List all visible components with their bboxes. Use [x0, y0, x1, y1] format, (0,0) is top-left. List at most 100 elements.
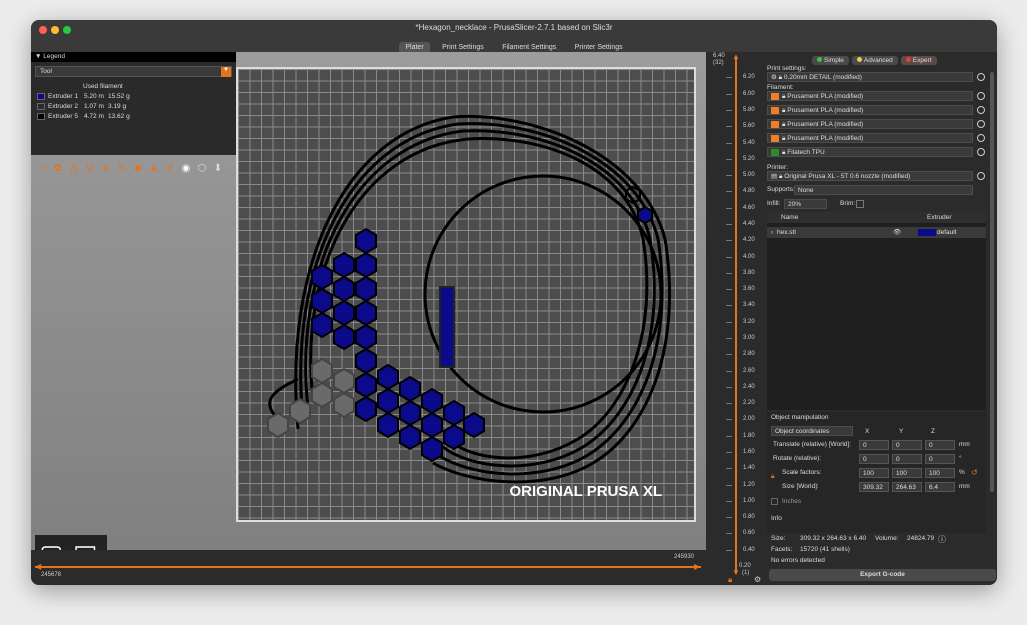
slider-bottom-layer: (1) [742, 570, 750, 576]
travel-icon[interactable]: ⤳ [35, 162, 49, 176]
filament-color-swatch[interactable] [771, 106, 779, 114]
object-row[interactable]: › hex.stl 👁 default [767, 227, 986, 238]
translate-z-input[interactable]: 0 [925, 440, 955, 450]
custom-gcodes-icon[interactable]: ✐ [163, 162, 177, 176]
filament-select[interactable]: 🔒︎ Filatech TPU [767, 147, 973, 157]
filament-select[interactable]: 🔒︎ Prusament PLA (modified) [767, 133, 973, 143]
print-settings-select[interactable]: ⚙ 🔒︎ 0.20mm DETAIL (modified) [767, 72, 973, 82]
vertical-layer-slider[interactable]: 6.40 (32) ▲ ▼ 6.20 6.00 5.80 5.60 5.40 5.20 5.… [706, 52, 764, 585]
tool-changes-icon[interactable]: ✎ [115, 162, 129, 176]
deretractions-icon[interactable]: ⋁ [83, 162, 97, 176]
mode-advanced-label: Advanced [863, 57, 893, 64]
object-extruder[interactable]: default [937, 229, 957, 236]
mode-expert-button[interactable]: Expert [900, 56, 937, 65]
supports-select[interactable]: None [794, 185, 973, 195]
slider-left-thumb[interactable]: ◀ [35, 562, 41, 571]
slider-tick-label: 2.60 [743, 367, 755, 374]
gear-icon[interactable] [977, 148, 985, 156]
translate-label: Translate (relative) [World]: [773, 441, 852, 448]
size-z-input[interactable]: 6.4 [925, 482, 955, 492]
info-icon[interactable]: ⓘ [938, 534, 946, 545]
preview-viewport[interactable]: ▼ Legend Tool ▼ Used filament Extruder 1 … [31, 52, 706, 585]
coordinates-select[interactable]: Object coordinates [771, 426, 853, 436]
center-of-gravity-icon[interactable]: ◉ [179, 162, 193, 176]
slider-tick-mark [726, 337, 732, 339]
filament-select[interactable]: 🔒︎ Prusament PLA (modified) [767, 105, 973, 115]
translate-y-input[interactable]: 0 [892, 440, 922, 450]
horizontal-slider[interactable]: ◀ ▶ 245678 245930 [31, 550, 706, 585]
legend-length: 5.20 m [84, 92, 104, 100]
slider-top-thumb[interactable]: ▲ [732, 52, 740, 61]
slider-right-thumb[interactable]: ▶ [694, 562, 700, 571]
brim-checkbox[interactable] [856, 200, 864, 208]
slider-tick-label: 2.80 [743, 351, 755, 358]
slider-tick-label: 0.40 [743, 546, 755, 553]
scale-y-input[interactable]: 100 [892, 468, 922, 478]
slider-bottom-thumb[interactable]: ▼ [732, 568, 740, 577]
extruder-swatch [918, 229, 936, 236]
retractions-icon[interactable]: ⋀ [67, 162, 81, 176]
scale-x-input[interactable]: 100 [859, 468, 889, 478]
scale-z-input[interactable]: 100 [925, 468, 955, 478]
shells-icon[interactable]: ⬡ [195, 162, 209, 176]
mode-simple-button[interactable]: Simple [812, 56, 849, 65]
color-changes-icon[interactable]: ◆ [131, 162, 145, 176]
info-errors: No errors detected [771, 557, 825, 564]
gear-icon[interactable] [977, 134, 985, 142]
color-swatch [37, 112, 45, 120]
infill-select[interactable]: 20% [784, 199, 827, 209]
gear-icon[interactable] [977, 106, 985, 114]
filament-select[interactable]: 🔒︎ Prusament PLA (modified) [767, 119, 973, 129]
pause-prints-icon[interactable]: ▲ [147, 162, 161, 176]
size-y-input[interactable]: 264.63 [892, 482, 922, 492]
rotate-x-input[interactable]: 0 [859, 454, 889, 464]
slider-tick-label: 1.60 [743, 449, 755, 455]
filament-color-swatch[interactable] [771, 92, 779, 100]
eye-icon[interactable]: 👁 [893, 228, 901, 236]
wipe-icon[interactable]: ✿ [51, 162, 65, 176]
slider-tick-mark [726, 533, 732, 535]
filament-color-swatch[interactable] [771, 120, 779, 128]
slider-tick-mark [726, 77, 732, 79]
sidebar-scrollbar[interactable] [990, 72, 994, 492]
object-name: hex.stl [777, 229, 796, 236]
export-gcode-button[interactable]: Export G-code [769, 569, 996, 581]
legend-row: Extruder 5 4.72 m 13.62 g [31, 111, 236, 121]
legend-header[interactable]: ▼ Legend [31, 52, 236, 62]
slider-tick-label: 4.00 [743, 253, 755, 260]
legend-view-value: Tool [40, 68, 52, 75]
printed-object[interactable] [238, 69, 694, 520]
lock-icon[interactable]: 🔒︎ [728, 575, 732, 585]
translate-x-input[interactable]: 0 [859, 440, 889, 450]
slider-tick-label: 3.80 [743, 269, 755, 276]
rotate-y-input[interactable]: 0 [892, 454, 922, 464]
gear-icon[interactable] [977, 92, 985, 100]
rotate-z-input[interactable]: 0 [925, 454, 955, 464]
mode-advanced-button[interactable]: Advanced [851, 56, 898, 65]
gear-icon[interactable] [977, 120, 985, 128]
slider-tick-mark [726, 370, 732, 372]
object-manipulation-panel: Object manipulation Object coordinates X… [767, 412, 986, 533]
filament-color-swatch[interactable] [771, 134, 779, 142]
lock-icon[interactable]: 🔒︎ [771, 473, 774, 481]
chevron-right-icon[interactable]: › [771, 229, 773, 236]
gear-icon[interactable] [977, 73, 985, 81]
tool-marker-icon[interactable]: ⬇ [211, 162, 225, 176]
app-window: *Hexagon_necklace - PrusaSlicer-2.7.1 ba… [31, 20, 997, 585]
printer-value: Original Prusa XL - 5T 0.6 nozzle (modif… [784, 173, 911, 180]
slider-tick-mark [726, 435, 732, 437]
seams-icon[interactable]: ≋ [99, 162, 113, 176]
filament-select[interactable]: 🔒︎ Prusament PLA (modified) [767, 91, 973, 101]
gear-icon[interactable]: ⚙ [754, 575, 761, 584]
inches-checkbox[interactable] [771, 498, 778, 505]
legend-view-select[interactable]: Tool ▼ [35, 66, 232, 77]
gear-icon[interactable] [977, 172, 985, 180]
printer-select[interactable]: ▤ 🔒︎ Original Prusa XL - 5T 0.6 nozzle (… [767, 171, 973, 181]
info-size-value: 309.32 x 264.63 x 6.40 [800, 535, 867, 542]
reset-icon[interactable]: ↺ [971, 468, 978, 477]
slider-tick-label: 1.80 [743, 432, 755, 439]
legend-extruder-name: Extruder 1 [48, 92, 78, 100]
slider-tick-label: 3.40 [743, 302, 755, 309]
filament-color-swatch[interactable] [771, 148, 779, 156]
size-x-input[interactable]: 309.32 [859, 482, 889, 492]
